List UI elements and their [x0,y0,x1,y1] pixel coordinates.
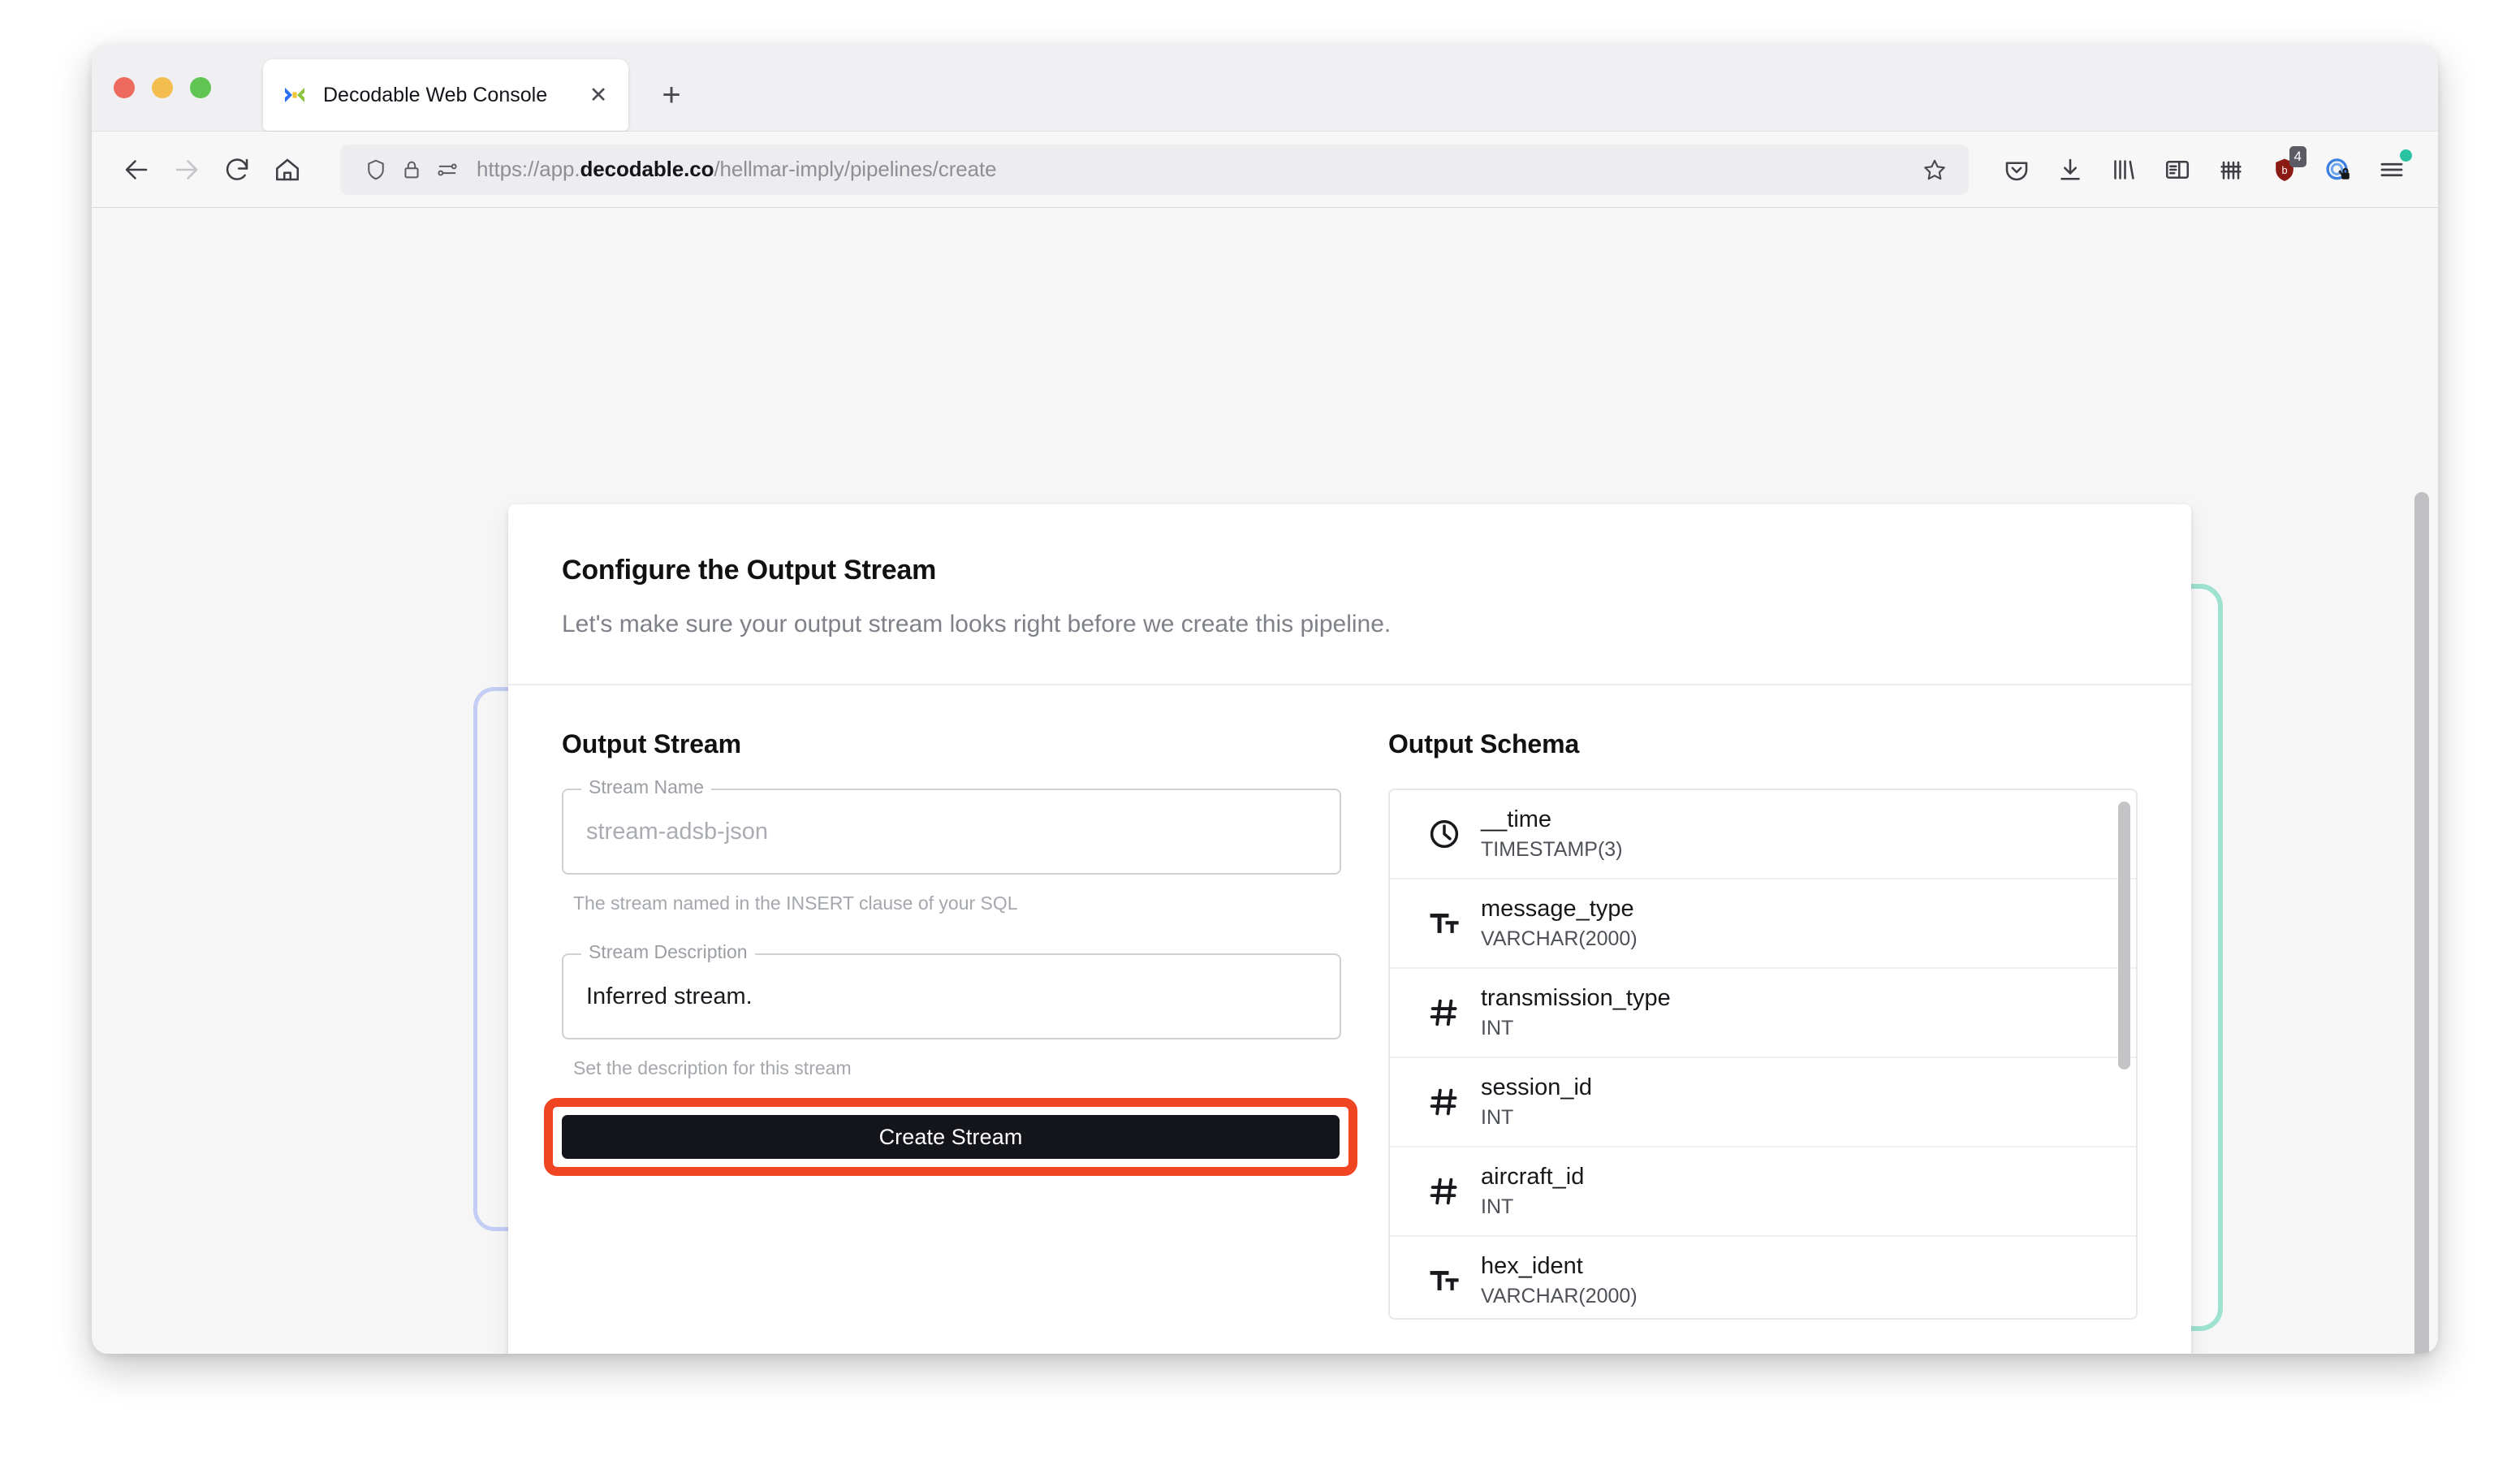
url-path: /hellmar-imply/pipelines/create [714,157,996,181]
schema-scroll-area[interactable]: __time TIMESTAMP(3) message_type VARCHAR(20… [1390,790,2136,1318]
page-viewport: Configure the Output Stream Let's make s… [92,208,2438,1354]
number-type-icon [1414,1084,1474,1120]
schema-row[interactable]: message_type VARCHAR(2000) [1390,879,2136,969]
maximize-window-button[interactable] [190,77,211,98]
pocket-icon[interactable] [1990,145,2043,195]
page-scrollbar[interactable] [2410,208,2432,1354]
stream-name-label: Stream Name [581,778,711,797]
library-icon[interactable] [2097,145,2151,195]
schema-column-name: aircraft_id [1481,1164,2108,1191]
clock-icon [1414,816,1474,852]
page-title: Configure the Output Stream [562,555,2138,586]
svg-text:b: b [2281,163,2287,175]
stream-name-helper: The stream named in the INSERT clause of… [573,892,1341,914]
stream-name-input[interactable] [586,819,1317,845]
schema-row[interactable]: transmission_type INT [1390,969,2136,1058]
schema-row[interactable]: aircraft_id INT [1390,1147,2136,1237]
schema-column-type: INT [1481,1107,2108,1130]
schema-row[interactable]: hex_ident VARCHAR(2000) [1390,1237,2136,1318]
output-schema-list: __time TIMESTAMP(3) message_type VARCHAR(20… [1388,789,2138,1320]
home-icon[interactable] [262,145,313,195]
schema-column-type: VARCHAR(2000) [1481,928,2108,951]
schema-column-type: VARCHAR(2000) [1481,1286,2108,1308]
schema-column-type: INT [1481,1018,2108,1040]
forward-arrow-icon [162,145,212,195]
schema-text: aircraft_id INT [1474,1164,2108,1219]
navigation-toolbar: https://app.decodable.co/hellmar-imply/p… [92,132,2438,208]
ublock-badge-count: 4 [2289,146,2306,167]
stream-description-helper: Set the description for this stream [573,1057,1341,1079]
browser-tab[interactable]: Decodable Web Console ✕ [263,59,628,131]
new-tab-button[interactable]: + [652,76,691,115]
reload-icon[interactable] [212,145,262,195]
schema-row[interactable]: __time TIMESTAMP(3) [1390,790,2136,879]
card-header: Configure the Output Stream Let's make s… [508,504,2191,684]
schema-column-name: transmission_type [1481,985,2108,1012]
output-schema-heading: Output Schema [1388,729,2138,759]
tab-strip: Decodable Web Console ✕ + [92,45,2438,132]
output-stream-heading: Output Stream [562,729,1341,759]
output-schema-section: Output Schema __time TIMESTAMP(3) message_… [1388,729,2138,1320]
browser-window: Decodable Web Console ✕ + [92,45,2438,1354]
lock-icon[interactable] [394,152,429,188]
schema-column-type: INT [1481,1196,2108,1219]
number-type-icon [1414,995,1474,1031]
app-menu-icon[interactable] [2365,145,2419,195]
create-stream-wrapper: Create Stream [562,1115,1340,1159]
schema-column-type: TIMESTAMP(3) [1481,839,2108,862]
schema-column-name: session_id [1481,1074,2108,1101]
downloads-icon[interactable] [2043,145,2097,195]
schema-row[interactable]: session_id INT [1390,1058,2136,1147]
number-type-icon [1414,1173,1474,1209]
page-subtitle: Let's make sure your output stream looks… [562,611,2138,638]
schema-text: message_type VARCHAR(2000) [1474,896,2108,951]
tab-title: Decodable Web Console [323,84,585,107]
close-window-button[interactable] [114,77,135,98]
close-icon[interactable]: ✕ [585,81,612,109]
schema-text: __time TIMESTAMP(3) [1474,806,2108,862]
back-arrow-icon[interactable] [111,145,162,195]
stream-name-fieldset[interactable]: Stream Name [562,789,1341,875]
page-scrollbar-thumb[interactable] [2414,492,2429,1354]
text-type-icon [1414,1263,1474,1299]
stream-description-input[interactable] [586,983,1317,1010]
stream-description-fieldset[interactable]: Stream Description [562,953,1341,1039]
ublock-shield-icon[interactable]: b 4 [2258,145,2311,195]
output-stream-section: Output Stream Stream Name The stream nam… [562,729,1341,1320]
stream-description-field: Stream Description Set the description f… [562,953,1341,1079]
stream-description-label: Stream Description [581,943,755,962]
star-icon[interactable] [1914,149,1956,191]
shield-icon[interactable] [358,152,394,188]
schema-scrollbar[interactable] [2118,798,2130,1313]
url-text[interactable]: https://app.decodable.co/hellmar-imply/p… [477,157,1914,182]
schema-text: transmission_type INT [1474,985,2108,1040]
schema-text: session_id INT [1474,1074,2108,1130]
reader-sidebar-icon[interactable] [2151,145,2204,195]
window-controls [114,77,211,98]
menu-notification-dot [2400,149,2412,162]
configure-output-stream-card: Configure the Output Stream Let's make s… [508,504,2191,1354]
containers-icon[interactable] [2204,145,2258,195]
decodable-logo-icon [283,83,307,107]
card-body: Output Stream Stream Name The stream nam… [508,685,2191,1320]
privacy-badger-icon[interactable] [2311,145,2365,195]
schema-scrollbar-thumb[interactable] [2118,802,2130,1070]
stream-name-field: Stream Name The stream named in the INSE… [562,789,1341,914]
text-type-icon [1414,905,1474,941]
browser-toolbar-icons: b 4 [1990,145,2419,195]
url-host: decodable.co [580,157,714,181]
schema-column-name: message_type [1481,896,2108,923]
address-bar[interactable]: https://app.decodable.co/hellmar-imply/p… [340,145,1969,195]
schema-column-name: hex_ident [1481,1253,2108,1280]
create-stream-button[interactable]: Create Stream [562,1115,1340,1159]
url-scheme: https://app. [477,157,580,181]
schema-column-name: __time [1481,806,2108,833]
minimize-window-button[interactable] [152,77,173,98]
site-permissions-icon[interactable] [429,152,465,188]
schema-text: hex_ident VARCHAR(2000) [1474,1253,2108,1308]
